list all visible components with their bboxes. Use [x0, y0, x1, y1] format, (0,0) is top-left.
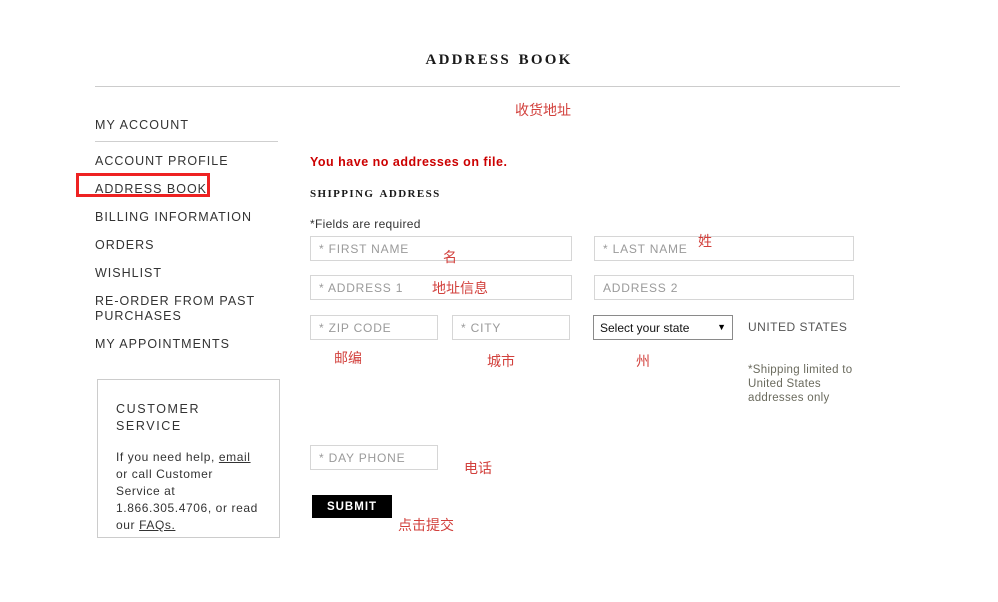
sidebar-item-billing-information[interactable]: BILLING INFORMATION: [95, 210, 252, 225]
shipping-address-section-title: Shipping Address: [310, 185, 441, 201]
address-line-1-input[interactable]: [310, 275, 572, 300]
sidebar-item-address-book[interactable]: ADDRESS BOOK: [95, 182, 207, 197]
sidebar-item-orders[interactable]: ORDERS: [95, 238, 154, 253]
page-title: Address Book: [425, 44, 573, 69]
submit-button[interactable]: SUBMIT: [312, 495, 392, 518]
state-select-dropdown[interactable]: Select your state ▼: [593, 315, 733, 340]
customer-service-text: If you need help, email or call Customer…: [116, 449, 261, 534]
chevron-down-icon: ▼: [717, 322, 726, 332]
shipping-limitation-note: *Shipping limited to United States addre…: [748, 364, 853, 404]
annotation-phone: 电话: [464, 461, 492, 477]
title-divider: [95, 86, 900, 87]
customer-service-text-part2: or call Customer Service at 1.866.305.47…: [116, 467, 258, 532]
zip-code-input[interactable]: [310, 315, 438, 340]
sidebar-item-wishlist[interactable]: WISHLIST: [95, 266, 162, 281]
email-link[interactable]: email: [219, 450, 251, 464]
annotation-click-submit: 点击提交: [398, 518, 454, 534]
sidebar-nav: MY ACCOUNT ACCOUNT PROFILE ADDRESS BOOK …: [95, 118, 290, 365]
required-fields-note: *Fields are required: [310, 217, 421, 231]
customer-service-title: CUSTOMER SERVICE: [116, 402, 201, 433]
annotation-shipping-address: 收货地址: [515, 103, 571, 119]
annotation-city: 城市: [487, 354, 515, 370]
sidebar-item-reorder-past-purchases[interactable]: RE-ORDER FROM PAST PURCHASES: [95, 294, 280, 324]
first-name-input[interactable]: [310, 236, 572, 261]
city-input[interactable]: [452, 315, 570, 340]
sidebar-divider: [95, 141, 278, 142]
annotation-state: 州: [636, 354, 650, 370]
sidebar-heading: MY ACCOUNT: [95, 118, 190, 132]
customer-service-box: CUSTOMER SERVICE If you need help, email…: [97, 379, 280, 538]
faqs-link[interactable]: FAQs.: [139, 518, 175, 532]
country-label: UNITED STATES: [748, 320, 848, 334]
state-select-value: Select your state: [600, 320, 690, 335]
day-phone-input[interactable]: [310, 445, 438, 470]
address-line-2-input[interactable]: [594, 275, 854, 300]
last-name-input[interactable]: [594, 236, 854, 261]
sidebar-item-account-profile[interactable]: ACCOUNT PROFILE: [95, 154, 229, 169]
customer-service-text-part1: If you need help,: [116, 450, 219, 464]
no-addresses-error-message: You have no addresses on file.: [310, 155, 508, 169]
annotation-zip-code: 邮编: [334, 351, 362, 367]
sidebar-item-my-appointments[interactable]: MY APPOINTMENTS: [95, 337, 230, 352]
